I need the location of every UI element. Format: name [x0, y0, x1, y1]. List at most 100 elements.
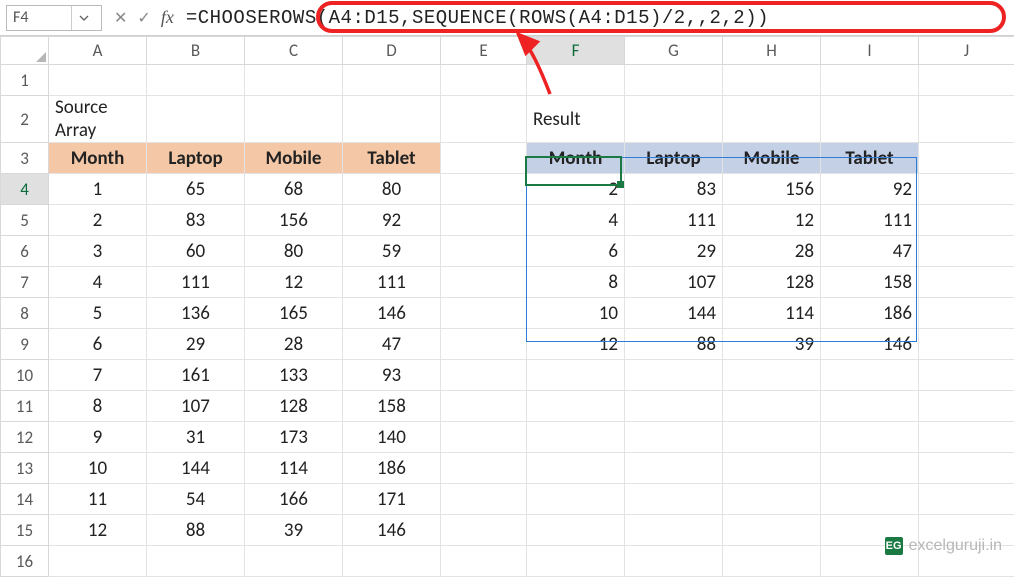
cell[interactable] [527, 484, 625, 515]
col-header[interactable]: C [245, 37, 343, 65]
cell[interactable] [723, 484, 821, 515]
source-cell[interactable]: 107 [147, 391, 245, 422]
cell[interactable] [625, 65, 723, 96]
cell[interactable] [723, 515, 821, 546]
cell[interactable] [919, 205, 1014, 236]
source-cell[interactable]: 186 [343, 453, 441, 484]
result-cell[interactable]: 83 [625, 174, 723, 205]
source-cell[interactable]: 146 [343, 298, 441, 329]
source-array-label[interactable]: Source Array [49, 96, 147, 143]
source-cell[interactable]: 88 [147, 515, 245, 546]
result-cell[interactable]: 47 [821, 236, 919, 267]
source-cell[interactable]: 7 [49, 360, 147, 391]
col-header[interactable]: B [147, 37, 245, 65]
cell[interactable] [919, 422, 1014, 453]
row-header[interactable]: 13 [1, 453, 49, 484]
cell[interactable] [527, 391, 625, 422]
result-cell[interactable]: 158 [821, 267, 919, 298]
source-cell[interactable]: 65 [147, 174, 245, 205]
result-cell[interactable]: 111 [625, 205, 723, 236]
col-header[interactable]: F [527, 37, 625, 65]
source-cell[interactable]: 39 [245, 515, 343, 546]
source-cell[interactable]: 136 [147, 298, 245, 329]
fx-icon[interactable]: fx [161, 7, 174, 28]
source-header[interactable]: Month [49, 143, 147, 174]
cell[interactable] [147, 65, 245, 96]
cell[interactable] [527, 65, 625, 96]
cell[interactable] [821, 453, 919, 484]
source-cell[interactable]: 166 [245, 484, 343, 515]
source-cell[interactable]: 9 [49, 422, 147, 453]
cell[interactable] [441, 329, 527, 360]
cell[interactable] [245, 96, 343, 143]
source-cell[interactable]: 140 [343, 422, 441, 453]
cell[interactable] [441, 391, 527, 422]
cell[interactable] [723, 422, 821, 453]
cell[interactable] [245, 65, 343, 96]
cell[interactable] [625, 453, 723, 484]
result-cell[interactable]: 92 [821, 174, 919, 205]
source-cell[interactable]: 144 [147, 453, 245, 484]
result-cell[interactable]: 2 [527, 174, 625, 205]
cell[interactable] [723, 96, 821, 143]
cell[interactable] [919, 453, 1014, 484]
row-header[interactable]: 8 [1, 298, 49, 329]
result-cell[interactable]: 28 [723, 236, 821, 267]
cell[interactable] [723, 453, 821, 484]
source-cell[interactable]: 80 [343, 174, 441, 205]
source-cell[interactable]: 29 [147, 329, 245, 360]
cell[interactable] [441, 96, 527, 143]
row-header[interactable]: 7 [1, 267, 49, 298]
source-cell[interactable]: 92 [343, 205, 441, 236]
accept-formula-icon[interactable]: ✓ [137, 8, 150, 28]
row-header[interactable]: 10 [1, 360, 49, 391]
source-cell[interactable]: 12 [245, 267, 343, 298]
source-cell[interactable]: 173 [245, 422, 343, 453]
source-cell[interactable]: 60 [147, 236, 245, 267]
cell[interactable] [821, 391, 919, 422]
source-cell[interactable]: 59 [343, 236, 441, 267]
cell[interactable] [919, 174, 1014, 205]
cell[interactable] [821, 65, 919, 96]
source-cell[interactable]: 5 [49, 298, 147, 329]
result-header[interactable]: Mobile [723, 143, 821, 174]
col-header[interactable]: D [343, 37, 441, 65]
cell[interactable] [441, 422, 527, 453]
cell[interactable] [527, 515, 625, 546]
cell[interactable] [441, 143, 527, 174]
row-header[interactable]: 6 [1, 236, 49, 267]
result-header[interactable]: Month [527, 143, 625, 174]
col-header[interactable]: G [625, 37, 723, 65]
row-header[interactable]: 15 [1, 515, 49, 546]
source-cell[interactable]: 111 [343, 267, 441, 298]
result-cell[interactable]: 107 [625, 267, 723, 298]
cell[interactable] [441, 205, 527, 236]
source-cell[interactable]: 158 [343, 391, 441, 422]
result-cell[interactable]: 4 [527, 205, 625, 236]
source-cell[interactable]: 156 [245, 205, 343, 236]
cell[interactable] [919, 96, 1014, 143]
cell[interactable] [49, 65, 147, 96]
cell[interactable] [527, 453, 625, 484]
row-header[interactable]: 12 [1, 422, 49, 453]
cell[interactable] [527, 546, 625, 577]
source-cell[interactable]: 128 [245, 391, 343, 422]
name-box-dropdown-icon[interactable] [71, 6, 95, 30]
cell[interactable] [919, 65, 1014, 96]
source-header[interactable]: Laptop [147, 143, 245, 174]
cell[interactable] [441, 484, 527, 515]
cell[interactable] [147, 96, 245, 143]
cell[interactable] [625, 515, 723, 546]
source-cell[interactable]: 54 [147, 484, 245, 515]
result-cell[interactable]: 6 [527, 236, 625, 267]
cell[interactable] [821, 422, 919, 453]
result-cell[interactable]: 111 [821, 205, 919, 236]
cell[interactable] [625, 391, 723, 422]
cell[interactable] [441, 236, 527, 267]
source-cell[interactable]: 93 [343, 360, 441, 391]
cancel-formula-icon[interactable]: ✕ [114, 8, 127, 28]
cell[interactable] [919, 143, 1014, 174]
source-cell[interactable]: 10 [49, 453, 147, 484]
col-header[interactable]: I [821, 37, 919, 65]
source-cell[interactable]: 47 [343, 329, 441, 360]
